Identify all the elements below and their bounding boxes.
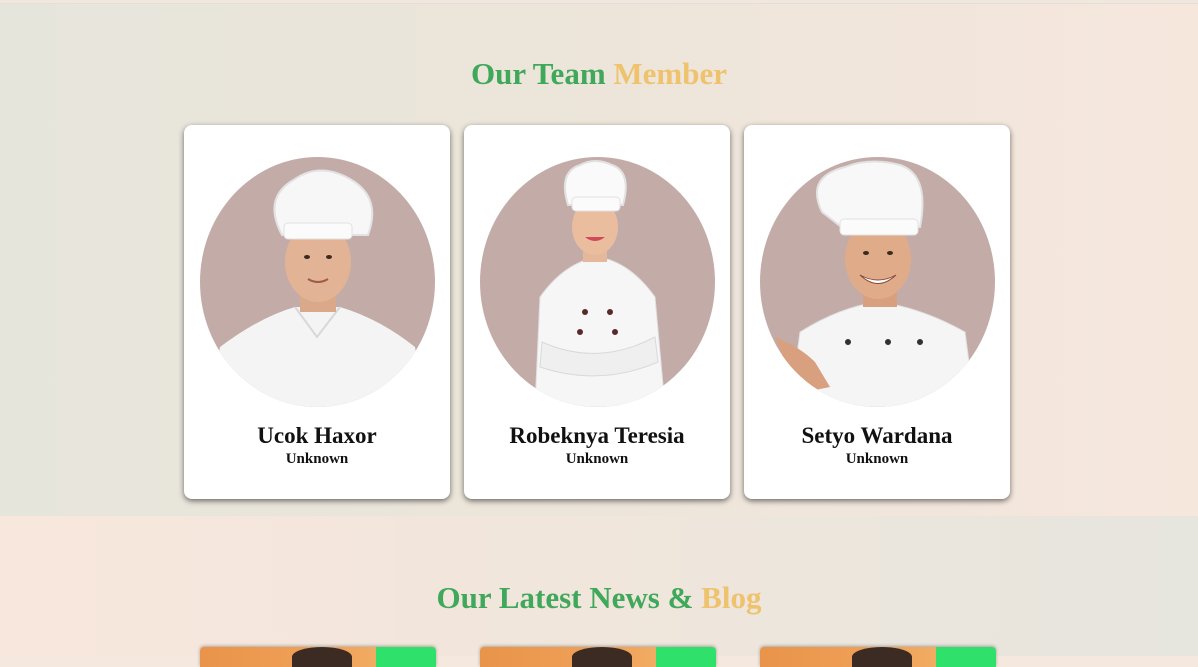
blog-card-image — [292, 647, 352, 667]
news-title-primary: Our Latest News & — [436, 580, 694, 615]
blog-card-tag — [376, 647, 436, 667]
blog-card-image — [852, 647, 912, 667]
blog-card-image — [572, 647, 632, 667]
team-title-primary: Our Team — [470, 56, 606, 91]
blog-card-tag — [936, 647, 996, 667]
team-title-accent: Member — [613, 56, 727, 91]
news-section-title: Our Latest News & Blog — [0, 580, 1198, 616]
team-member-photo — [200, 157, 435, 407]
team-section-title: Our Team Member — [0, 56, 1198, 92]
news-title-accent: Blog — [701, 580, 762, 615]
team-member-name: Setyo Wardana — [801, 423, 953, 448]
team-member-card[interactable]: Ucok Haxor Unknown — [184, 125, 450, 499]
blog-card[interactable] — [200, 647, 436, 667]
team-member-photo — [760, 157, 995, 407]
team-member-role: Unknown — [285, 451, 349, 467]
team-member-role: Unknown — [565, 451, 629, 467]
team-member-photo — [480, 157, 715, 407]
news-section: Our Latest News & Blog — [0, 516, 1198, 667]
team-member-card[interactable]: Setyo Wardana Unknown — [744, 125, 1010, 499]
blog-card[interactable] — [760, 647, 996, 667]
team-member-name: Ucok Haxor — [257, 423, 377, 448]
team-section: Our Team Member Ucok Haxor Unknown Robek… — [0, 4, 1198, 516]
blog-card-tag — [656, 647, 716, 667]
team-member-name: Robeknya Teresia — [509, 423, 685, 448]
blog-card[interactable] — [480, 647, 716, 667]
team-member-card[interactable]: Robeknya Teresia Unknown — [464, 125, 730, 499]
team-member-role: Unknown — [845, 451, 909, 467]
